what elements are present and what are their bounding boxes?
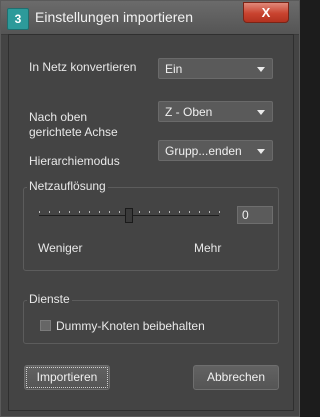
mesh-resolution-group xyxy=(23,187,279,271)
cancel-button[interactable]: Abbrechen xyxy=(193,365,279,390)
slider-tick xyxy=(189,211,190,213)
slider-tick xyxy=(59,211,60,213)
up-axis-value: Z - Oben xyxy=(165,105,213,119)
slider-tick xyxy=(199,211,200,213)
slider-tick xyxy=(49,211,50,213)
slider-tick xyxy=(179,211,180,213)
more-label: Mehr xyxy=(194,241,222,255)
convert-to-mesh-label: In Netz konvertieren xyxy=(29,60,137,74)
slider-tick xyxy=(79,211,80,213)
slider-tick xyxy=(119,211,120,213)
dialog-title: Einstellungen importieren xyxy=(35,9,193,25)
up-axis-label-line2: gerichtete Achse xyxy=(29,125,118,139)
slider-thumb[interactable] xyxy=(125,208,133,223)
hierarchy-mode-value: Grupp...enden xyxy=(165,144,242,158)
chevron-down-icon xyxy=(257,67,265,72)
mesh-resolution-group-title: Netzauflösung xyxy=(27,179,108,193)
convert-to-mesh-value: Ein xyxy=(165,62,183,76)
slider-tick xyxy=(109,211,110,213)
slider-tick xyxy=(149,211,150,213)
dummy-nodes-checkbox[interactable] xyxy=(40,320,51,331)
dialog-content: In Netz konvertieren Ein Nach oben geric… xyxy=(8,34,294,411)
up-axis-label-line1: Nach oben xyxy=(29,110,88,124)
app-icon: 3 xyxy=(7,8,29,30)
slider-tick xyxy=(209,211,210,213)
chevron-down-icon xyxy=(257,110,265,115)
less-label: Weniger xyxy=(38,241,83,255)
slider-tick xyxy=(89,211,90,213)
chevron-down-icon xyxy=(257,149,265,154)
slider-tick xyxy=(159,211,160,213)
slider-tick xyxy=(219,211,220,213)
slider-tick xyxy=(139,211,140,213)
services-group-title: Dienste xyxy=(27,292,72,306)
dummy-nodes-label[interactable]: Dummy-Knoten beibehalten xyxy=(56,319,205,333)
title-bar[interactable]: 3 Einstellungen importieren X xyxy=(1,1,299,35)
mesh-resolution-value-field[interactable]: 0 xyxy=(237,206,273,224)
slider-tick xyxy=(39,211,40,213)
slider-tick xyxy=(99,211,100,213)
hierarchy-mode-dropdown[interactable]: Grupp...enden xyxy=(158,140,273,161)
hierarchy-mode-label: Hierarchiemodus xyxy=(29,154,120,168)
import-button[interactable]: Importieren xyxy=(24,365,110,390)
up-axis-dropdown[interactable]: Z - Oben xyxy=(158,101,273,122)
convert-to-mesh-dropdown[interactable]: Ein xyxy=(158,58,273,79)
close-button[interactable]: X xyxy=(243,2,289,23)
slider-tick xyxy=(169,211,170,213)
import-settings-dialog: 3 Einstellungen importieren X In Netz ko… xyxy=(0,0,300,417)
slider-tick xyxy=(69,211,70,213)
